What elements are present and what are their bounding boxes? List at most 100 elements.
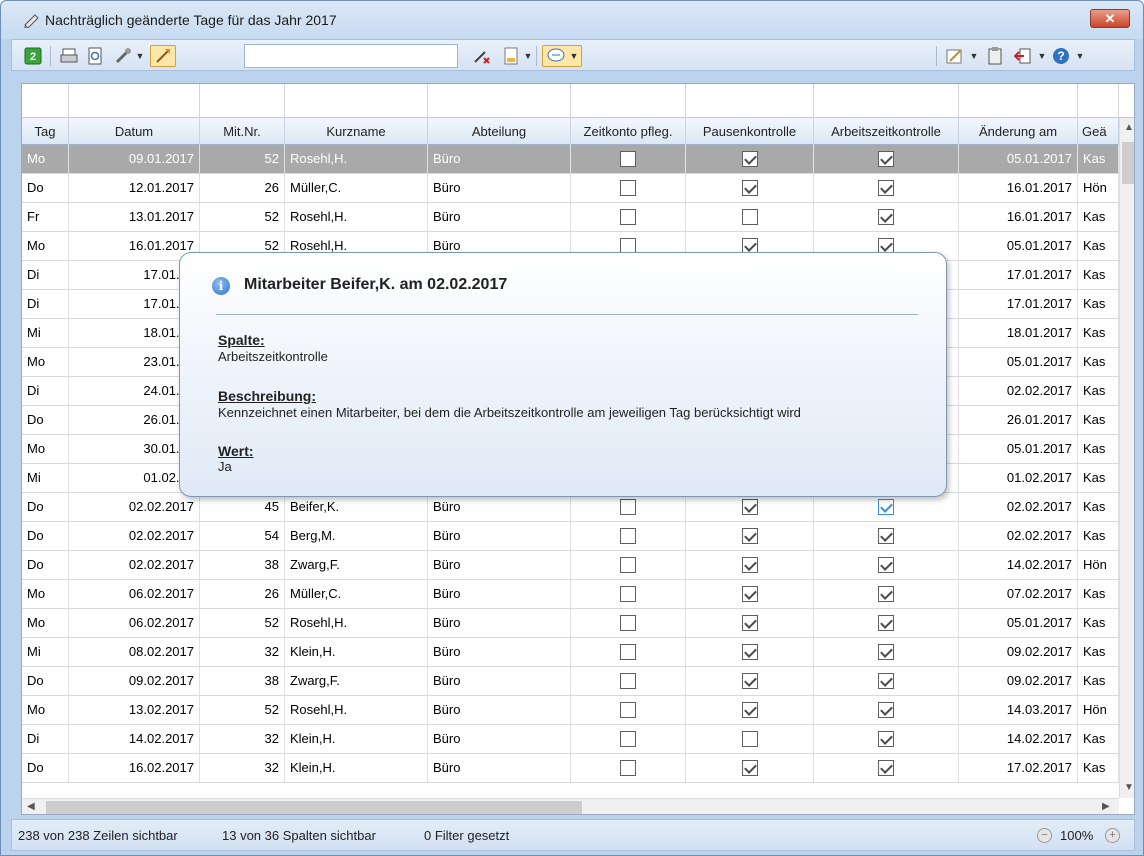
cell-gea[interactable]: Kas	[1078, 290, 1119, 318]
cell-datum[interactable]: 09.02.2017	[69, 667, 200, 695]
checkbox[interactable]	[741, 498, 758, 515]
checkbox[interactable]	[878, 643, 894, 660]
cell-abt[interactable]: Büro	[428, 725, 571, 753]
cell-abt[interactable]: Büro	[428, 609, 571, 637]
scroll-down-icon[interactable]: ▼	[1124, 782, 1134, 793]
refresh-icon[interactable]: 2	[22, 45, 44, 67]
cell-nr[interactable]: 45	[200, 493, 285, 521]
cell-aend[interactable]: 17.01.2017	[959, 261, 1078, 289]
cell-gea[interactable]: Kas	[1078, 435, 1119, 463]
cell-abt[interactable]: Büro	[428, 551, 571, 579]
checkbox-cell[interactable]	[686, 609, 814, 637]
checkbox[interactable]	[741, 643, 758, 660]
cell-tag[interactable]: Do	[22, 493, 69, 521]
cell-nr[interactable]: 52	[200, 609, 285, 637]
tooltip-toggle-icon[interactable]: ▼	[542, 45, 582, 67]
cell-tag[interactable]: Mi	[22, 319, 69, 347]
cell-tag[interactable]: Do	[22, 754, 69, 782]
col-pausenkontrolle[interactable]: Pausenkontrolle	[686, 118, 814, 145]
checkbox[interactable]	[741, 150, 758, 167]
checkbox[interactable]	[741, 759, 758, 776]
clipboard-icon[interactable]	[984, 45, 1006, 67]
col-kurzname[interactable]: Kurzname	[285, 118, 428, 145]
checkbox-cell[interactable]	[686, 754, 814, 782]
zoom-out-icon[interactable]: −	[1037, 828, 1052, 843]
table-row[interactable]: Mi 08.02.2017 32 Klein,H. Büro 09.02.2017 Kas	[22, 638, 1134, 667]
cell-aend[interactable]: 02.02.2017	[959, 377, 1078, 405]
cell-tag[interactable]: Di	[22, 261, 69, 289]
checkbox-cell[interactable]	[814, 754, 959, 782]
cell-aend[interactable]: 05.01.2017	[959, 348, 1078, 376]
cell-tag[interactable]: Do	[22, 667, 69, 695]
checkbox-cell[interactable]	[571, 638, 686, 666]
table-row[interactable]: Do 16.02.2017 32 Klein,H. Büro 17.02.2017 Kas	[22, 754, 1134, 783]
table-row[interactable]: Do 12.01.2017 26 Müller,C. Büro 16.01.2017 Hön	[22, 174, 1134, 203]
checkbox-cell[interactable]	[814, 203, 959, 231]
col-abteilung[interactable]: Abteilung	[428, 118, 571, 145]
scrollbar-thumb[interactable]	[1122, 142, 1134, 184]
cell-nr[interactable]: 52	[200, 696, 285, 724]
checkbox-cell[interactable]	[571, 551, 686, 579]
checkbox[interactable]	[878, 614, 894, 631]
cell-gea[interactable]: Kas	[1078, 522, 1119, 550]
cell-kurz[interactable]: Rosehl,H.	[285, 696, 428, 724]
checkbox[interactable]	[741, 556, 758, 573]
cell-nr[interactable]: 38	[200, 551, 285, 579]
cell-datum[interactable]: 12.01.2017	[69, 174, 200, 202]
cell-tag[interactable]: Di	[22, 377, 69, 405]
cell-abt[interactable]: Büro	[428, 145, 571, 173]
checkbox-cell[interactable]	[571, 754, 686, 782]
checkbox-cell[interactable]	[571, 696, 686, 724]
cell-gea[interactable]: Kas	[1078, 667, 1119, 695]
filter-cell[interactable]	[69, 84, 200, 118]
cell-tag[interactable]: Do	[22, 522, 69, 550]
table-row[interactable]: Do 02.02.2017 54 Berg,M. Büro 02.02.2017 Kas	[22, 522, 1134, 551]
cell-tag[interactable]: Mo	[22, 435, 69, 463]
cell-aend[interactable]: 17.02.2017	[959, 754, 1078, 782]
clear-filter-icon[interactable]	[470, 45, 494, 67]
vertical-scrollbar[interactable]: ▲ ▼	[1119, 118, 1134, 798]
cell-kurz[interactable]: Rosehl,H.	[285, 203, 428, 231]
cell-tag[interactable]: Do	[22, 551, 69, 579]
checkbox-cell[interactable]	[814, 174, 959, 202]
print-icon[interactable]	[58, 45, 80, 67]
checkbox[interactable]	[878, 556, 894, 573]
document-icon[interactable]	[500, 45, 522, 67]
checkbox-cell[interactable]	[571, 580, 686, 608]
checkbox-cell[interactable]	[686, 174, 814, 202]
checkbox-cell[interactable]	[686, 203, 814, 231]
cell-tag[interactable]: Fr	[22, 203, 69, 231]
checkbox[interactable]	[741, 585, 758, 602]
cell-kurz[interactable]: Müller,C.	[285, 580, 428, 608]
cell-gea[interactable]: Kas	[1078, 319, 1119, 347]
print-preview-icon[interactable]	[84, 45, 106, 67]
checkbox[interactable]	[620, 614, 636, 631]
filter-cell[interactable]	[22, 84, 69, 118]
cell-datum[interactable]: 06.02.2017	[69, 609, 200, 637]
cell-aend[interactable]: 26.01.2017	[959, 406, 1078, 434]
cell-tag[interactable]: Di	[22, 725, 69, 753]
checkbox[interactable]	[878, 730, 894, 747]
checkbox-cell[interactable]	[814, 667, 959, 695]
checkbox-cell[interactable]	[814, 609, 959, 637]
cell-datum[interactable]: 02.02.2017	[69, 493, 200, 521]
table-row[interactable]: Mo 06.02.2017 26 Müller,C. Büro 07.02.2017 Kas	[22, 580, 1134, 609]
cell-kurz[interactable]: Klein,H.	[285, 638, 428, 666]
filter-cell[interactable]	[1078, 84, 1119, 118]
chevron-down-icon[interactable]: ▼	[1074, 45, 1086, 67]
col-tag[interactable]: Tag	[22, 118, 69, 145]
checkbox-cell[interactable]	[814, 638, 959, 666]
cell-gea[interactable]: Kas	[1078, 261, 1119, 289]
cell-datum[interactable]: 13.02.2017	[69, 696, 200, 724]
cell-kurz[interactable]: Zwarg,F.	[285, 551, 428, 579]
col-arbeitszeitkontrolle[interactable]: Arbeitszeitkontrolle	[814, 118, 959, 145]
cell-gea[interactable]: Kas	[1078, 638, 1119, 666]
cell-aend[interactable]: 16.01.2017	[959, 174, 1078, 202]
cell-aend[interactable]: 14.02.2017	[959, 725, 1078, 753]
filter-cell[interactable]	[428, 84, 571, 118]
checkbox[interactable]	[741, 672, 758, 689]
checkbox-cell[interactable]	[571, 609, 686, 637]
cell-abt[interactable]: Büro	[428, 580, 571, 608]
cell-datum[interactable]: 02.02.2017	[69, 551, 200, 579]
cell-abt[interactable]: Büro	[428, 638, 571, 666]
